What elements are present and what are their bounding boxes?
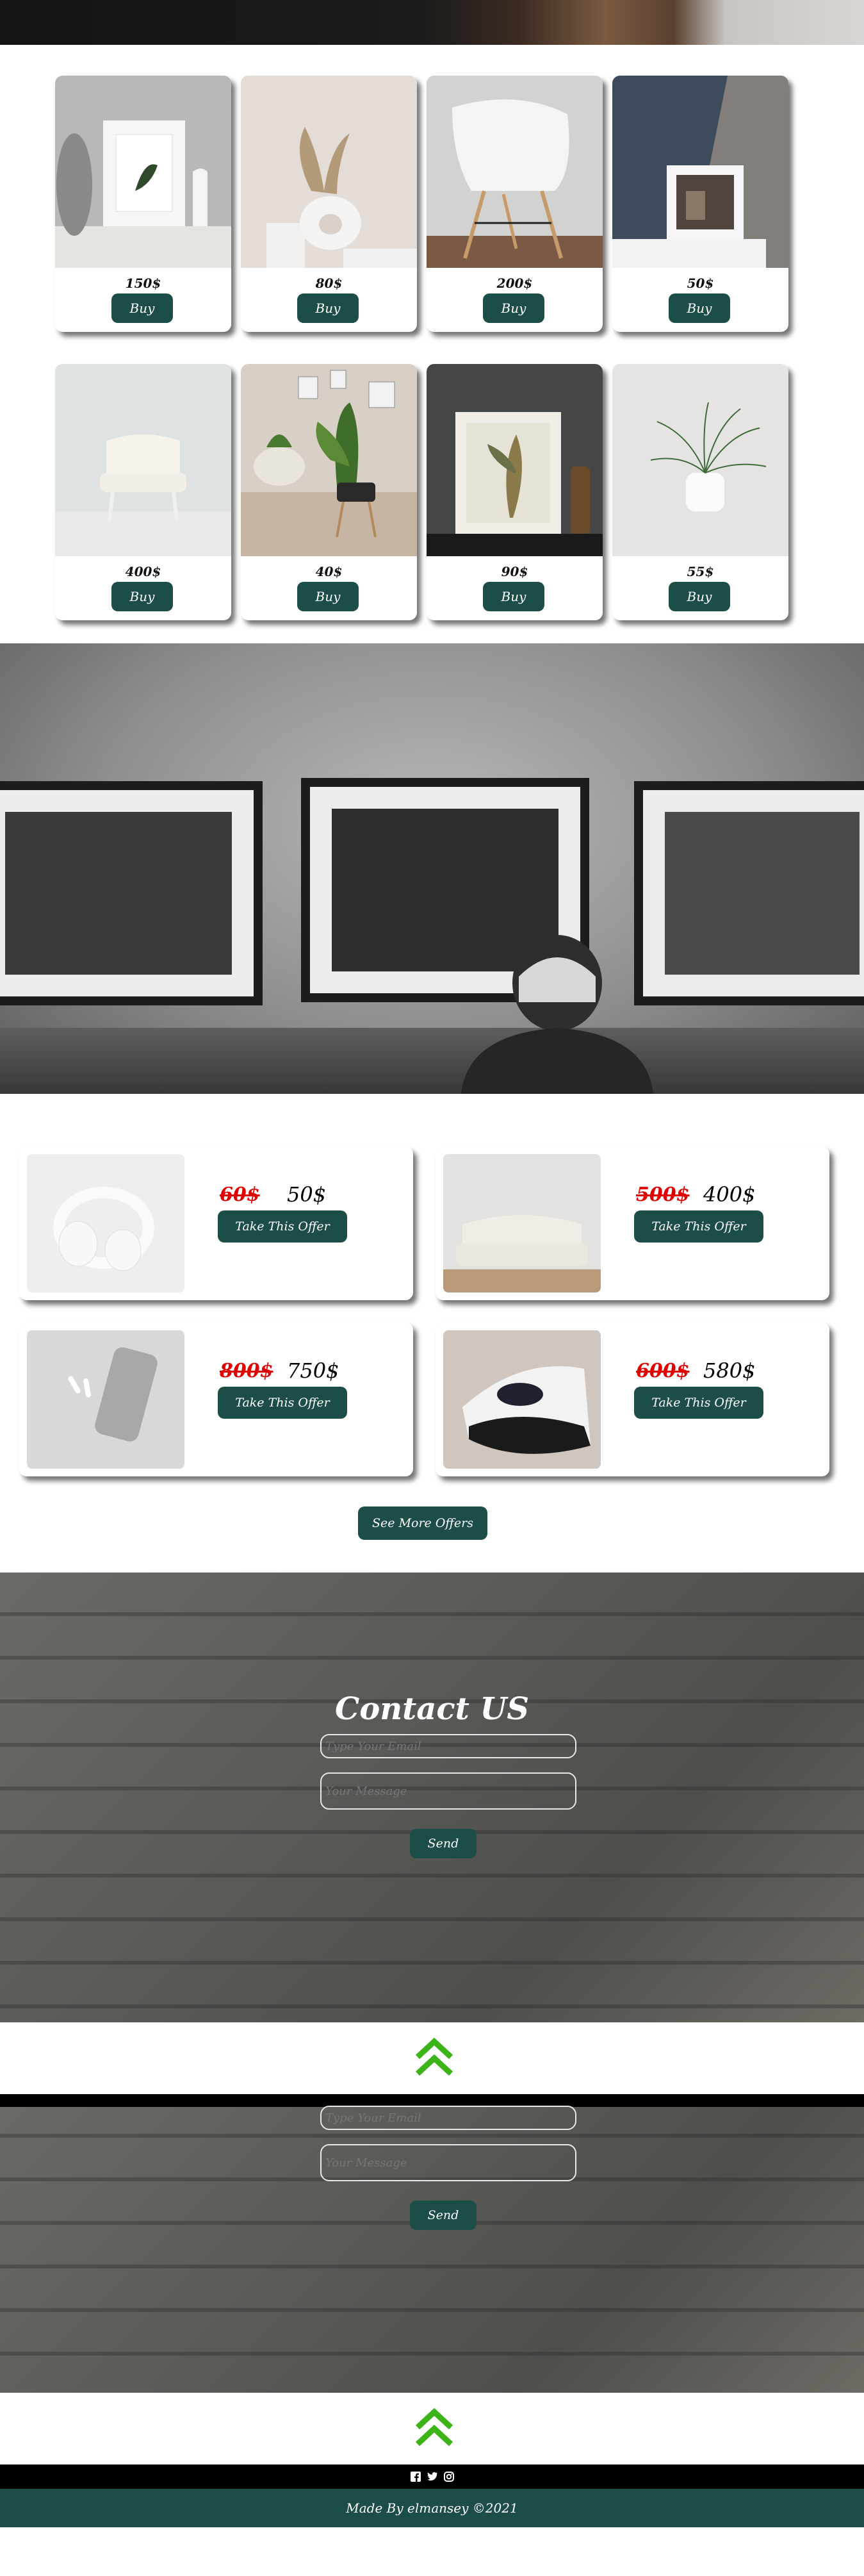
framed-photo [0,781,263,1005]
buy-button[interactable]: Buy [483,582,544,611]
offer-image [443,1330,601,1469]
social-bar-fragment [0,2094,864,2107]
product-card: 80$ Buy [241,76,417,332]
product-card: 200$ Buy [427,76,603,332]
offer-image [27,1154,184,1292]
old-price: 600$ [636,1360,690,1382]
buy-button[interactable]: Buy [669,293,730,323]
send-button[interactable]: Send [410,1829,477,1858]
email-field[interactable] [320,1734,576,1758]
old-price: 60$ [220,1184,260,1206]
product-image [427,364,603,556]
instagram-icon[interactable] [443,2471,455,2482]
product-price: 80$ [315,276,343,291]
take-offer-button[interactable]: Take This Offer [634,1210,763,1243]
scroll-up-icon[interactable] [415,2036,453,2079]
take-offer-button[interactable]: Take This Offer [218,1387,347,1419]
product-card: 90$ Buy [427,364,603,620]
buy-button[interactable]: Buy [111,582,173,611]
offer-card: 60$ 50$ Take This Offer [19,1146,413,1300]
buy-button[interactable]: Buy [111,293,173,323]
contact-section-duplicate: Send [0,2094,864,2393]
product-image [55,76,231,268]
product-image [612,76,788,268]
product-card: 150$ Buy [55,76,231,332]
buy-button[interactable]: Buy [297,582,359,611]
old-price: 800$ [220,1360,273,1382]
contact-title: Contact US [334,1691,530,1727]
take-offer-button[interactable]: Take This Offer [218,1210,347,1243]
product-price: 200$ [496,276,533,291]
product-card: 50$ Buy [612,76,788,332]
product-image [427,76,603,268]
scroll-up-icon[interactable] [415,2407,453,2449]
new-price: 580$ [703,1358,756,1383]
product-price: 55$ [687,564,714,579]
buy-button[interactable]: Buy [483,293,544,323]
take-offer-button[interactable]: Take This Offer [634,1387,763,1419]
send-button[interactable]: Send [410,2200,477,2230]
message-field[interactable] [320,2144,576,2181]
old-price: 500$ [636,1184,690,1206]
offer-card: 500$ 400$ Take This Offer [436,1146,829,1300]
footer-credit: Made By elmansey ©2021 [0,2489,864,2527]
product-price: 40$ [315,564,343,579]
buy-button[interactable]: Buy [297,293,359,323]
product-card: 400$ Buy [55,364,231,620]
product-price: 400$ [125,564,161,579]
gallery-banner-image [0,643,864,1094]
offer-image [443,1154,601,1292]
new-price: 750$ [287,1358,339,1383]
see-more-offers-button[interactable]: See More Offers [358,1507,487,1540]
product-image [241,76,417,268]
product-price: 90$ [501,564,528,579]
product-price: 150$ [125,276,161,291]
buy-button[interactable]: Buy [669,582,730,611]
visitor-silhouette [461,935,653,1094]
product-image [241,364,417,556]
gallery-floor [0,1028,864,1094]
contact-section: Contact US Send [0,1573,864,2022]
new-price: 50$ [287,1182,327,1207]
twitter-icon[interactable] [427,2471,438,2482]
offer-card: 600$ 580$ Take This Offer [436,1323,829,1476]
email-field[interactable] [320,2106,576,2130]
offer-image [27,1330,184,1469]
product-card: 40$ Buy [241,364,417,620]
social-bar [0,2465,864,2489]
product-price: 50$ [687,276,714,291]
product-card: 55$ Buy [612,364,788,620]
facebook-icon[interactable] [410,2471,421,2482]
product-image [55,364,231,556]
hero-image-strip [0,0,864,45]
new-price: 400$ [703,1182,756,1207]
product-image [612,364,788,556]
scroll-top-band [0,2393,864,2465]
scroll-top-band [0,2022,864,2094]
offer-card: 800$ 750$ Take This Offer [19,1323,413,1476]
message-field[interactable] [320,1772,576,1810]
